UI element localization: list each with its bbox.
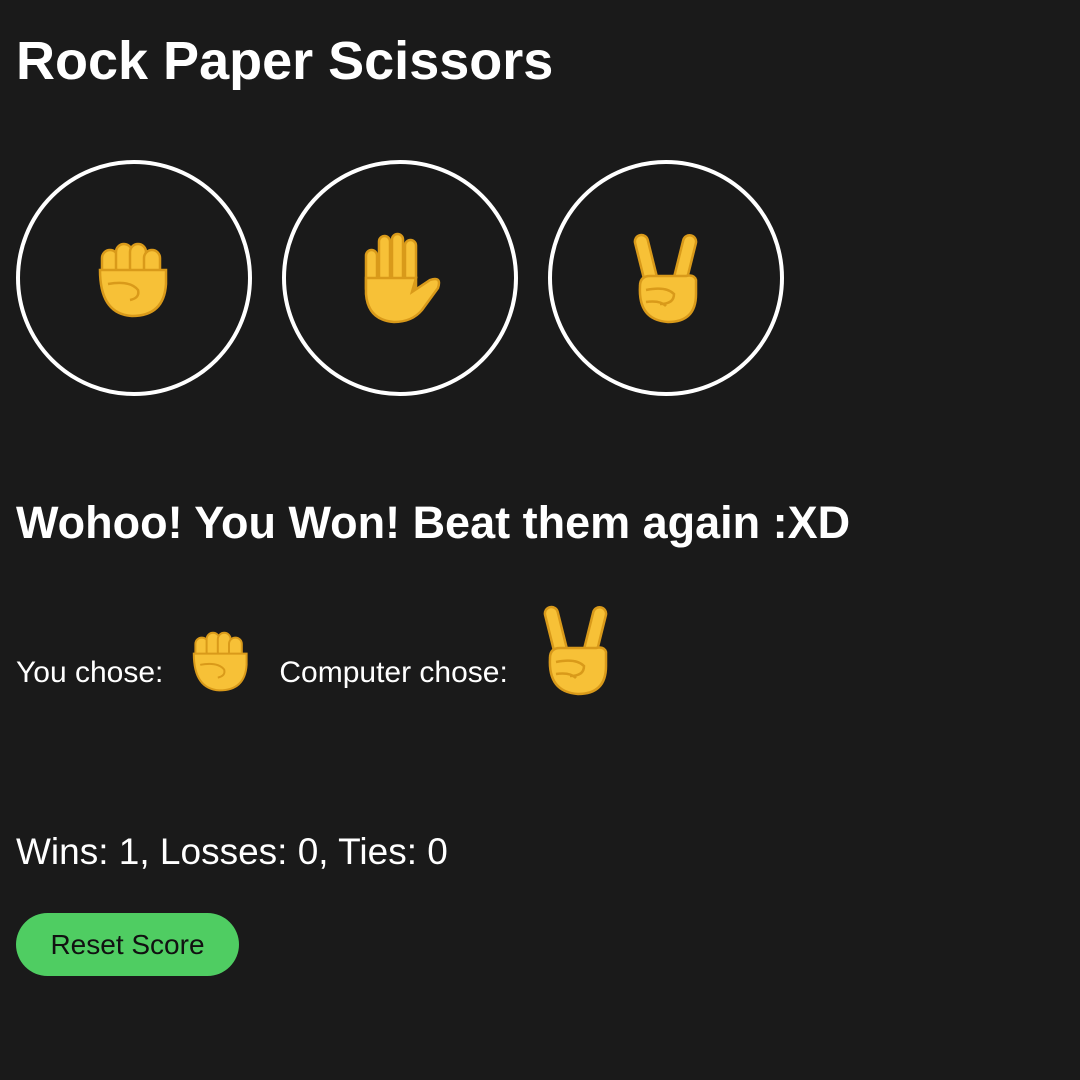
moves-display: You chose: Computer chose: — [16, 600, 644, 700]
result-message: Wohoo! You Won! Beat them again :XD — [16, 497, 851, 548]
victory-hand-icon — [526, 600, 626, 700]
rock-button[interactable] — [16, 160, 252, 396]
reset-score-button[interactable]: Reset Score — [16, 913, 239, 976]
raised-fist-icon — [181, 620, 261, 700]
victory-hand-icon — [616, 228, 716, 328]
game-page: Rock Paper Scissors Wohoo! You Won! Beat… — [0, 0, 1080, 1080]
raised-fist-icon — [84, 228, 184, 328]
paper-button[interactable] — [282, 160, 518, 396]
page-title: Rock Paper Scissors — [16, 31, 554, 91]
scissors-button[interactable] — [548, 160, 784, 396]
player-choice-label: You chose: — [16, 656, 164, 689]
raised-hand-icon — [350, 228, 450, 328]
computer-choice-label: Computer chose: — [279, 656, 508, 689]
choice-buttons — [16, 160, 784, 396]
score-display: Wins: 1, Losses: 0, Ties: 0 — [16, 831, 448, 872]
